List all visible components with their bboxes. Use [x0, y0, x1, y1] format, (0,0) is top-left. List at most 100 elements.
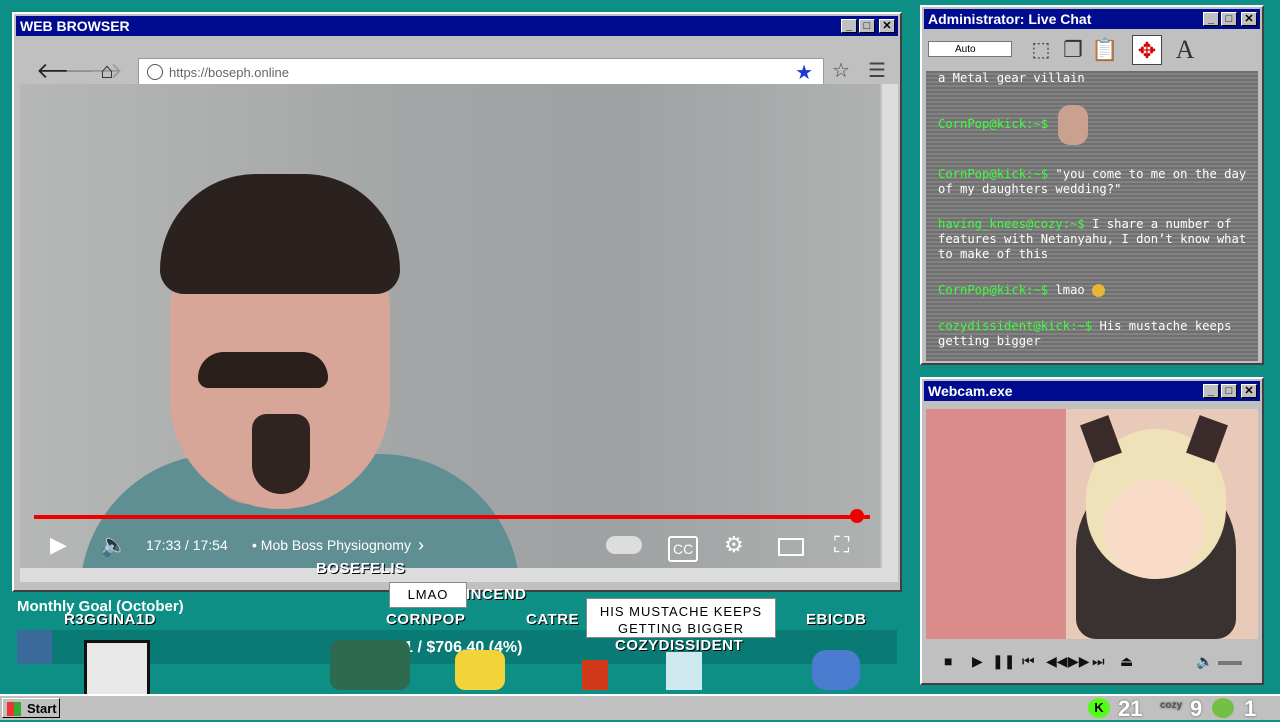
video-progress-bar[interactable] [34, 515, 870, 519]
volume-slider[interactable] [1218, 661, 1242, 665]
chat-titlebar[interactable]: Administrator: Live Chat _ □ ✕ [924, 9, 1260, 29]
video-beard [252, 414, 310, 494]
avatar-background [926, 409, 1066, 639]
chat-user: having_knees@cozy:~$ [938, 217, 1085, 231]
viewer-name: R3GGINA1D [64, 611, 157, 628]
next-track-icon[interactable]: ⏭ [1092, 653, 1105, 670]
chat-message: cozydissident@kick:~$ His mustache keeps… [938, 319, 1248, 349]
chat-message: CornPop@kick:~$ "you come to me on the d… [938, 167, 1248, 197]
chat-window: Administrator: Live Chat _ □ ✕ Auto ⬚ ❐ … [920, 5, 1264, 365]
url-text: https://boseph.online [169, 64, 289, 80]
globe-icon [147, 64, 163, 80]
maximize-button[interactable]: □ [1221, 384, 1237, 398]
chat-text: a Metal gear villain [938, 71, 1085, 85]
webcam-feed [926, 409, 1258, 639]
character-sprite [455, 650, 505, 690]
horizontal-scrollbar[interactable] [20, 568, 898, 582]
media-controls: ■ ▶ ❚❚ ⏮ ◀◀ ▶▶ ⏭ ⏏ 🔈 [926, 641, 1258, 681]
start-label: Start [27, 701, 57, 716]
forward-arrow-icon[interactable]: 🡒 [64, 58, 123, 84]
video-mustache [198, 352, 328, 388]
rewind-icon[interactable]: ◀◀ [1046, 653, 1068, 670]
video-time: 17:33 / 17:54 [146, 537, 228, 553]
chat-toolbar: Auto ⬚ ❐ 📋 ✥ A [926, 33, 1258, 69]
avatar-face [1104, 479, 1204, 579]
close-button[interactable]: ✕ [1241, 384, 1257, 398]
chat-user: CornPop@kick:~$ [938, 283, 1049, 297]
fast-forward-icon[interactable]: ▶▶ [1068, 653, 1090, 670]
font-icon[interactable]: A [1170, 35, 1200, 65]
home-icon[interactable]: ⌂ [94, 58, 120, 84]
minimize-button[interactable]: _ [1203, 12, 1219, 26]
favorites-star-icon[interactable]: ☆ [828, 58, 854, 84]
character-sprite [330, 640, 410, 690]
browser-titlebar[interactable]: WEB BROWSER _ □ ✕ [16, 16, 898, 36]
move-icon[interactable]: ✥ [1132, 35, 1162, 65]
viewer-name: CORNPOP [386, 611, 466, 628]
bookmark-star-icon[interactable]: ★ [795, 60, 813, 85]
minimize-button[interactable]: _ [841, 19, 857, 33]
video-controls: ▶ 🔈 17:33 / 17:54 • Mob Boss Physiognomy… [20, 524, 880, 568]
play-icon[interactable]: ▶ [50, 534, 67, 556]
rumble-icon [1212, 698, 1234, 718]
maximize-button[interactable]: □ [1221, 12, 1237, 26]
close-button[interactable]: ✕ [879, 19, 895, 33]
chat-user: cozydissident@kick:~$ [938, 319, 1093, 333]
chat-emote-image [1058, 105, 1088, 145]
previous-track-icon[interactable]: ⏮ [1022, 653, 1035, 670]
webcam-window: Webcam.exe _ □ ✕ ■ ▶ ❚❚ ⏮ ◀◀ ▶▶ ⏭ ⏏ 🔈 [920, 377, 1264, 685]
chat-bubble-large: HIS MUSTACHE KEEPS GETTING BIGGER [586, 598, 776, 638]
video-player[interactable]: ▶ 🔈 17:33 / 17:54 • Mob Boss Physiognomy… [20, 84, 880, 568]
close-button[interactable]: ✕ [1241, 12, 1257, 26]
character-sprite [812, 650, 860, 690]
character-sprite [582, 660, 608, 690]
stop-icon[interactable]: ■ [944, 653, 952, 669]
chat-log[interactable]: a Metal gear villain CornPop@kick:~$ Cor… [926, 71, 1258, 361]
rumble-viewer-count: 1 [1244, 696, 1257, 721]
chat-user: CornPop@kick:~$ [938, 117, 1049, 131]
maximize-button[interactable]: □ [859, 19, 875, 33]
back-arrow-icon[interactable]: 🡐 [36, 58, 95, 84]
chat-message: having_knees@cozy:~$ I share a number of… [938, 217, 1248, 262]
chat-message: a Metal gear villain [938, 71, 1248, 86]
minimize-button[interactable]: _ [1203, 384, 1219, 398]
vertical-scrollbar[interactable] [882, 84, 898, 568]
fullscreen-icon[interactable]: ⛶ [834, 534, 849, 556]
paste-icon[interactable]: 📋 [1090, 35, 1120, 65]
goal-progress-fill [17, 630, 52, 664]
volume-icon[interactable]: 🔈 [1196, 653, 1213, 670]
menu-icon[interactable]: ☰ [864, 58, 890, 84]
viewer-name: INCEND [466, 586, 527, 603]
browser-title: WEB BROWSER [20, 18, 130, 34]
cozy-icon: cozy [1160, 700, 1183, 711]
chat-message: CornPop@kick:~$ [938, 117, 1248, 132]
taskbar: Start K 21 cozy 9 1 [0, 694, 1280, 721]
address-bar[interactable]: https://boseph.online ★ [138, 58, 824, 86]
character-sprite [666, 652, 702, 690]
pause-icon[interactable]: ❚❚ [992, 653, 1015, 670]
chapter-title[interactable]: • Mob Boss Physiognomy [252, 537, 411, 553]
auto-select[interactable]: Auto [928, 41, 1012, 57]
volume-icon[interactable]: 🔈 [100, 534, 127, 556]
chat-message: CornPop@kick:~$ lmao [938, 283, 1248, 298]
selection-icon[interactable]: ⬚ [1026, 35, 1056, 65]
laughing-emoji-icon [1092, 284, 1106, 297]
autoplay-toggle[interactable] [606, 536, 642, 554]
cozy-viewer-count: 9 [1190, 696, 1203, 721]
browser-window: WEB BROWSER _ □ ✕ 🡐 🡒 ⌂ https://boseph.o… [12, 12, 902, 592]
webcam-titlebar[interactable]: Webcam.exe _ □ ✕ [924, 381, 1260, 401]
eject-icon[interactable]: ⏏ [1120, 653, 1133, 670]
chevron-right-icon[interactable]: › [418, 534, 424, 556]
captions-icon[interactable]: CC [668, 536, 699, 562]
video-scrubber[interactable] [850, 509, 864, 523]
theater-mode-icon[interactable] [778, 538, 804, 556]
start-button[interactable]: Start [2, 698, 60, 718]
character-sprite [84, 640, 150, 698]
windows-logo-icon [7, 702, 21, 716]
kick-viewer-count: 21 [1118, 696, 1143, 721]
copy-icon[interactable]: ❐ [1058, 35, 1088, 65]
chat-user: CornPop@kick:~$ [938, 167, 1049, 181]
chat-title: Administrator: Live Chat [928, 11, 1092, 27]
settings-gear-icon[interactable]: ⚙ [724, 534, 744, 556]
play-icon[interactable]: ▶ [972, 653, 983, 670]
